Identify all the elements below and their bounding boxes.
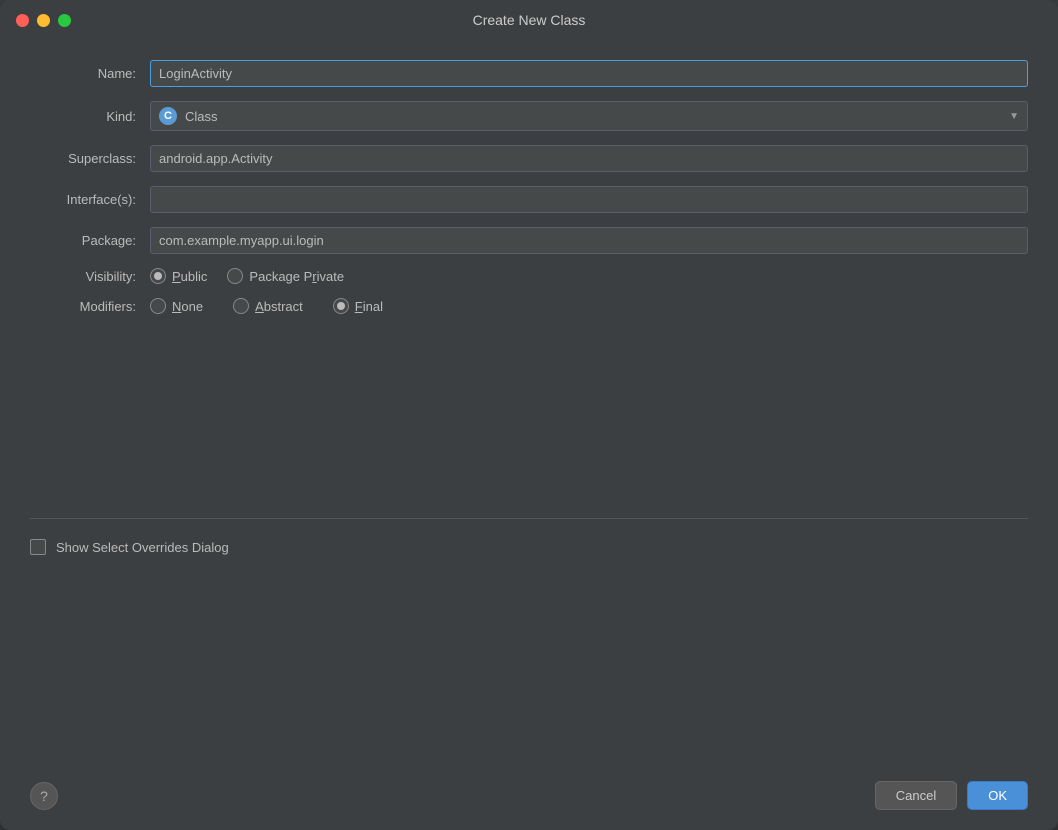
modifiers-row: Modifiers: None Abstract Final [30, 298, 1028, 314]
modifier-none-option[interactable]: None [150, 298, 203, 314]
dropdown-arrow-icon: ▼ [1009, 111, 1019, 122]
name-row: Name: [30, 60, 1028, 87]
checkbox-row: Show Select Overrides Dialog [30, 539, 1028, 555]
close-button[interactable] [16, 14, 29, 27]
visibility-public-label: Public [172, 269, 207, 284]
modifiers-label: Modifiers: [30, 299, 150, 314]
help-button[interactable]: ? [30, 782, 58, 810]
kind-row: Kind: C Class ▼ [30, 101, 1028, 131]
action-buttons: Cancel OK [875, 781, 1028, 810]
interfaces-row: Interface(s): [30, 186, 1028, 213]
package-label: Package: [30, 233, 150, 248]
kind-dropdown[interactable]: C Class ▼ [150, 101, 1028, 131]
visibility-public-option[interactable]: Public [150, 268, 207, 284]
interfaces-input[interactable] [150, 186, 1028, 213]
class-icon: C [159, 107, 177, 125]
superclass-input[interactable] [150, 145, 1028, 172]
visibility-public-radio[interactable] [150, 268, 166, 284]
name-label: Name: [30, 66, 150, 81]
radio-inner-final [337, 302, 345, 310]
visibility-package-private-option[interactable]: Package Private [227, 268, 344, 284]
title-bar: Create New Class [0, 0, 1058, 40]
kind-label: Kind: [30, 109, 150, 124]
visibility-radio-group: Public Package Private [150, 268, 344, 284]
dialog-footer: ? Cancel OK [0, 765, 1058, 830]
modifiers-radio-group: None Abstract Final [150, 298, 383, 314]
dialog-body: Name: Kind: C Class ▼ Superclass: Interf… [0, 40, 1058, 765]
package-input[interactable] [150, 227, 1028, 254]
superclass-label: Superclass: [30, 151, 150, 166]
modifier-none-radio[interactable] [150, 298, 166, 314]
window-controls [16, 14, 71, 27]
divider [30, 518, 1028, 519]
name-input[interactable] [150, 60, 1028, 87]
dialog-title: Create New Class [473, 12, 586, 28]
modifier-abstract-option[interactable]: Abstract [233, 298, 303, 314]
modifier-final-option[interactable]: Final [333, 298, 383, 314]
modifier-final-radio[interactable] [333, 298, 349, 314]
visibility-label: Visibility: [30, 269, 150, 284]
cancel-button[interactable]: Cancel [875, 781, 957, 810]
minimize-button[interactable] [37, 14, 50, 27]
superclass-row: Superclass: [30, 145, 1028, 172]
show-overrides-label: Show Select Overrides Dialog [56, 540, 229, 555]
modifier-final-label: Final [355, 299, 383, 314]
kind-value: Class [185, 109, 218, 124]
show-overrides-checkbox[interactable] [30, 539, 46, 555]
ok-button[interactable]: OK [967, 781, 1028, 810]
visibility-package-private-label: Package Private [249, 269, 344, 284]
package-row: Package: [30, 227, 1028, 254]
interfaces-label: Interface(s): [30, 192, 150, 207]
modifier-none-label: None [172, 299, 203, 314]
kind-left: C Class [159, 107, 218, 125]
maximize-button[interactable] [58, 14, 71, 27]
create-new-class-dialog: Create New Class Name: Kind: C Class ▼ S… [0, 0, 1058, 830]
modifier-abstract-radio[interactable] [233, 298, 249, 314]
radio-inner-public [154, 272, 162, 280]
visibility-package-private-radio[interactable] [227, 268, 243, 284]
visibility-row: Visibility: Public Package Private [30, 268, 1028, 284]
modifier-abstract-label: Abstract [255, 299, 303, 314]
